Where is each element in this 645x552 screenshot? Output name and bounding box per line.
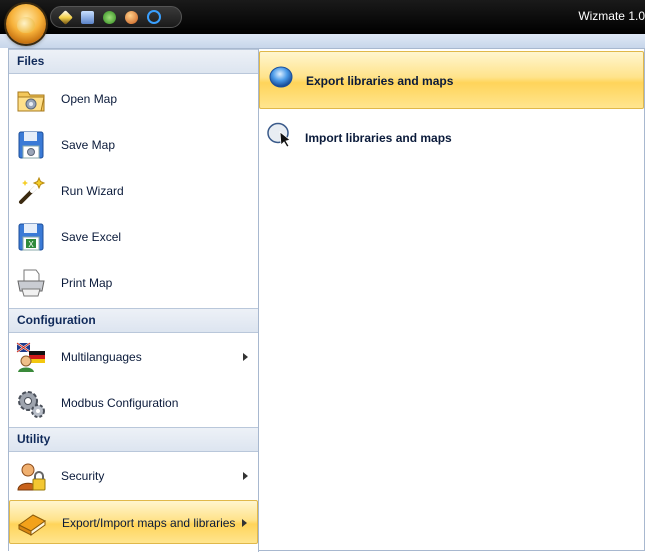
- user-lock-icon: [17, 463, 46, 491]
- quick-access-toolbar: [50, 6, 182, 28]
- menu-item-label: Open Map: [61, 92, 118, 106]
- printer-icon: [17, 269, 45, 297]
- title-bar: Wizmate 1.0: [0, 0, 645, 44]
- blue-orb-icon: [269, 66, 293, 88]
- group-header-configuration: Configuration: [9, 308, 258, 333]
- application-menu: Files Open Map Save Map Run Wizard X Sav…: [8, 48, 645, 552]
- floppy-gear-icon: [18, 131, 44, 159]
- menu-item-save-excel[interactable]: X Save Excel: [9, 215, 258, 259]
- green-person-icon[interactable]: [103, 10, 116, 24]
- menu-item-label: Modbus Configuration: [61, 396, 179, 410]
- menu-item-label: Save Map: [61, 138, 116, 152]
- submenu-item-import[interactable]: Import libraries and maps: [259, 109, 644, 167]
- submenu-arrow-icon: [243, 353, 248, 361]
- book-icon: [18, 514, 46, 536]
- submenu-item-label: Import libraries and maps: [305, 131, 452, 145]
- svg-text:X: X: [28, 240, 34, 249]
- window-title: Wizmate 1.0: [578, 9, 645, 23]
- submenu-item-label: Export libraries and maps: [306, 74, 454, 88]
- menu-left-pane: Files Open Map Save Map Run Wizard X Sav…: [9, 49, 259, 552]
- menu-item-open-map[interactable]: Open Map: [9, 77, 258, 121]
- submenu-pane: Export libraries and maps Import librari…: [259, 49, 644, 552]
- menu-item-export-import[interactable]: Export/Import maps and libraries: [9, 500, 258, 544]
- menu-item-label: Multilanguages: [61, 350, 142, 364]
- menu-item-save-map[interactable]: Save Map: [9, 123, 258, 167]
- application-menu-button[interactable]: [6, 4, 46, 44]
- menu-item-label: Export/Import maps and libraries: [62, 516, 236, 530]
- refresh-ring-icon[interactable]: [147, 10, 161, 24]
- save-icon[interactable]: [81, 10, 94, 24]
- flags-person-icon: [16, 342, 45, 372]
- magic-wand-icon: [19, 176, 46, 204]
- floppy-excel-icon: X: [18, 223, 44, 251]
- menu-item-run-wizard[interactable]: Run Wizard: [9, 169, 258, 213]
- menu-item-multilanguages[interactable]: Multilanguages: [9, 335, 258, 379]
- submenu-item-export[interactable]: Export libraries and maps: [259, 51, 644, 109]
- orb-cursor-icon: [267, 122, 291, 147]
- magic-wand-icon[interactable]: [58, 9, 73, 25]
- submenu-arrow-icon: [242, 519, 247, 527]
- menu-item-label: Run Wizard: [61, 184, 124, 198]
- menu-item-label: Save Excel: [61, 230, 122, 244]
- open-folder-gear-icon: [17, 91, 45, 112]
- group-header-utility: Utility: [9, 427, 258, 452]
- menu-item-label: Print Map: [61, 276, 113, 290]
- menu-item-print-map[interactable]: Print Map: [9, 261, 258, 305]
- submenu-arrow-icon: [243, 472, 248, 480]
- group-header-files: Files: [9, 49, 258, 74]
- menu-item-modbus-configuration[interactable]: Modbus Configuration: [9, 381, 258, 425]
- menu-item-label: Security: [61, 469, 105, 483]
- users-icon[interactable]: [125, 10, 138, 24]
- ribbon-strip: [0, 34, 645, 48]
- gears-icon: [18, 391, 45, 418]
- menu-item-security[interactable]: Security: [9, 454, 258, 498]
